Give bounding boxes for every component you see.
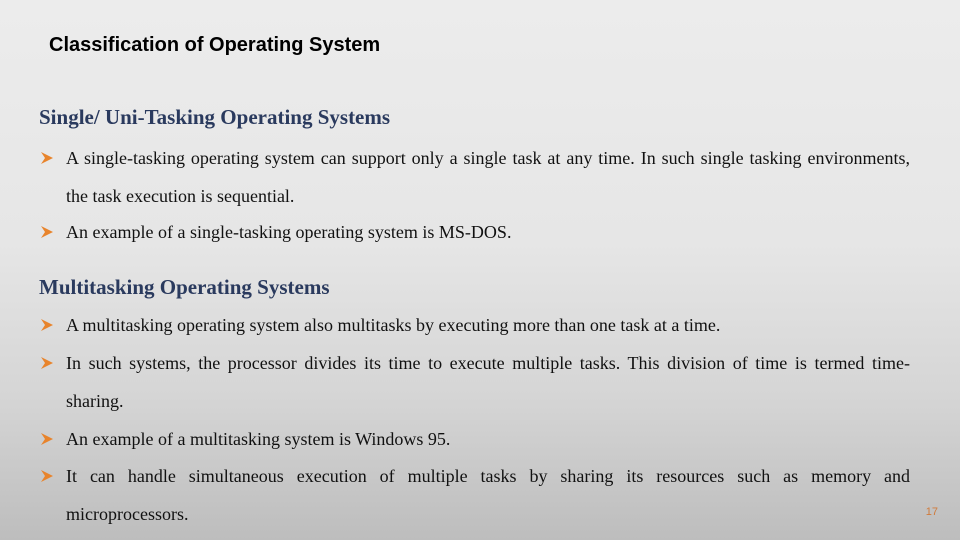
arrow-bullet-icon	[40, 344, 66, 382]
arrow-bullet-icon	[40, 213, 66, 251]
bullet-item: An example of a single-tasking operating…	[40, 213, 910, 251]
bullet-text: It can handle simultaneous execution of …	[66, 466, 910, 524]
bullet-item: It can handle simultaneous execution of …	[40, 457, 910, 533]
arrow-bullet-icon	[40, 306, 66, 344]
page-number: 17	[925, 506, 938, 518]
arrow-bullet-icon	[40, 139, 66, 177]
bullet-item: An example of a multitasking system is W…	[40, 420, 910, 458]
bullet-item: A single-tasking operating system can su…	[40, 139, 910, 215]
section-heading-multitasking: Multitasking Operating Systems	[39, 275, 330, 299]
slide-title: Classification of Operating System	[49, 34, 381, 56]
bullet-item: In such systems, the processor divides i…	[40, 344, 910, 420]
arrow-bullet-icon	[40, 420, 66, 458]
bullet-text: An example of a multitasking system is W…	[66, 429, 451, 449]
bullet-text: A multitasking operating system also mul…	[66, 315, 721, 335]
section-heading-single-tasking: Single/ Uni-Tasking Operating Systems	[39, 105, 391, 129]
bullet-text: An example of a single-tasking operating…	[66, 222, 512, 242]
bullet-item: A multitasking operating system also mul…	[40, 306, 910, 344]
bullet-text: In such systems, the processor divides i…	[66, 353, 910, 411]
bullet-text: A single-tasking operating system can su…	[66, 148, 910, 206]
arrow-bullet-icon	[40, 457, 66, 495]
